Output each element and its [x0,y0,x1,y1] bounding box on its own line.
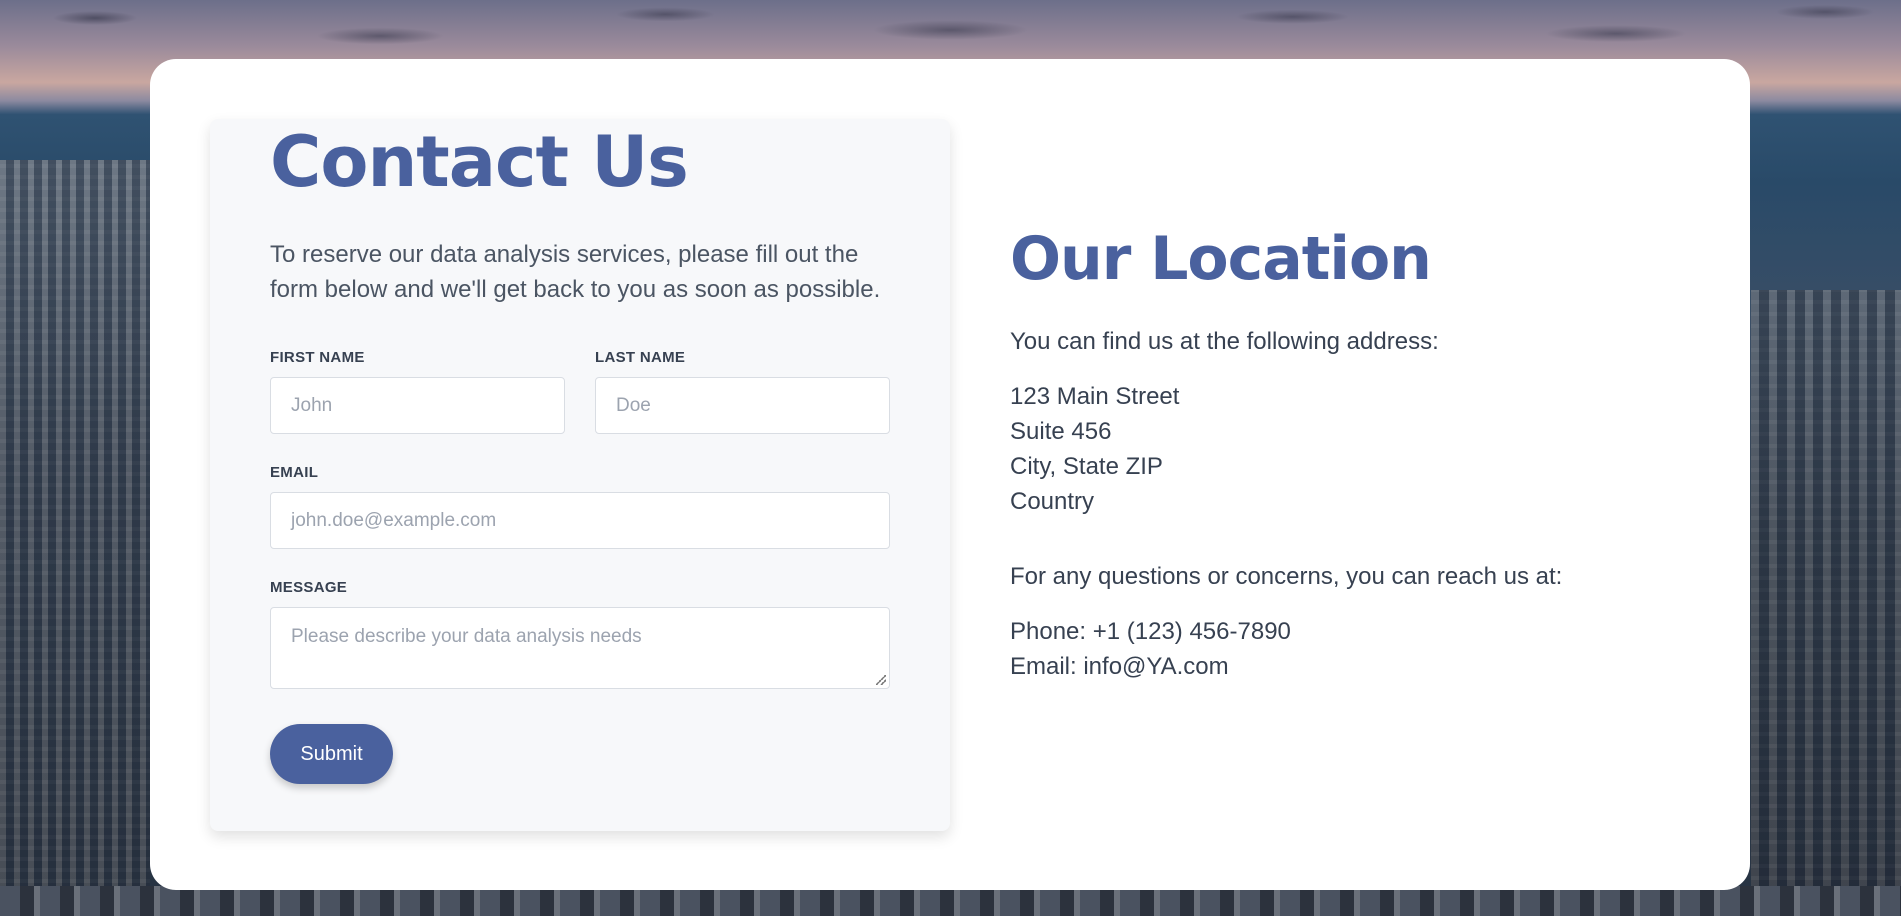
address-line: 123 Main Street [1010,383,1180,410]
address-intro: You can find us at the following address… [1010,328,1439,355]
location-title: Our Location [1010,224,1432,294]
contact-details: Phone: +1 (123) 456-7890 Email: info@YA.… [1010,614,1650,684]
email-input[interactable]: john.doe@example.com [270,492,890,549]
last-name-label: LAST NAME [595,349,686,366]
email-text: Email: info@YA.com [1010,653,1229,680]
email-field: EMAIL john.doe@example.com [270,464,890,549]
address-line: Suite 456 [1010,418,1112,445]
phone-text: Phone: +1 (123) 456-7890 [1010,618,1291,645]
city-buildings-left [0,160,150,916]
submit-button[interactable]: Submit [270,724,393,784]
contact-intro: To reserve our data analysis services, p… [270,241,881,303]
address-line: Country [1010,488,1095,515]
contact-intro-text: For any questions or concerns, you can r… [1010,563,1563,590]
message-label: MESSAGE [270,579,348,596]
address-line: City, State ZIP [1010,453,1163,480]
name-row: FIRST NAME John LAST NAME Doe [270,349,890,434]
first-name-field: FIRST NAME John [270,349,565,434]
message-placeholder: Please describe your data analysis needs [291,626,642,647]
contact-title: Contact Us [270,121,689,203]
last-name-field: LAST NAME Doe [595,349,890,434]
email-label: EMAIL [270,464,319,481]
city-buildings-bottom [0,886,1901,916]
address-block: 123 Main Street Suite 456 City, State ZI… [1010,379,1650,519]
resize-handle-icon[interactable] [876,675,886,685]
contact-card: Contact Us To reserve our data analysis … [150,59,1750,890]
first-name-input[interactable]: John [270,377,565,434]
location-section: Our Location You can find us at the foll… [1010,229,1650,684]
first-name-label: FIRST NAME [270,349,365,366]
contact-form-panel: Contact Us To reserve our data analysis … [210,119,950,831]
city-buildings-right [1751,290,1901,916]
message-textarea[interactable]: Please describe your data analysis needs [270,607,890,689]
contact-form: Contact Us To reserve our data analysis … [270,119,890,784]
last-name-input[interactable]: Doe [595,377,890,434]
message-field: MESSAGE Please describe your data analys… [270,579,890,689]
